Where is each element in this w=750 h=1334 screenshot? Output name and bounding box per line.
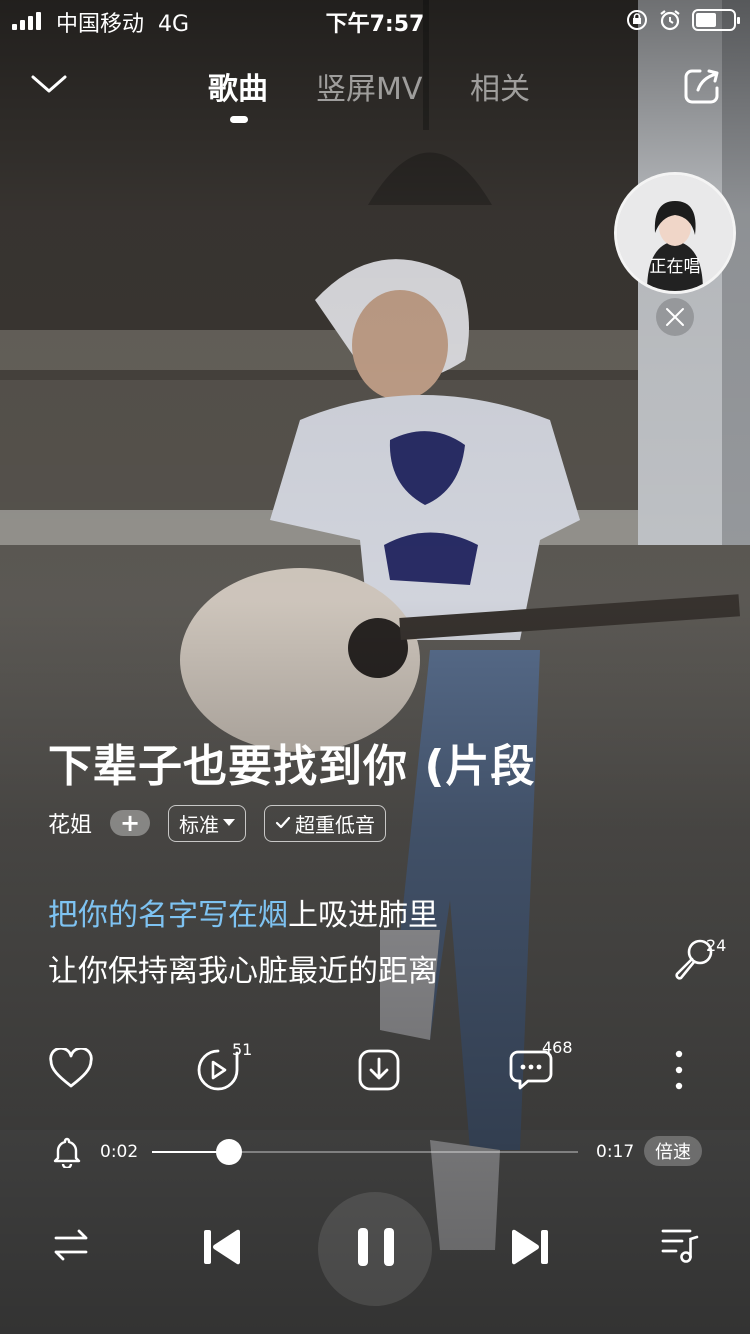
playlist-icon[interactable] bbox=[660, 1226, 700, 1264]
progress-track[interactable] bbox=[152, 1139, 578, 1165]
video-count: 51 bbox=[232, 1040, 253, 1059]
more-icon bbox=[675, 1050, 683, 1090]
heart-icon bbox=[49, 1046, 93, 1088]
download-icon bbox=[358, 1049, 400, 1091]
shuffle-icon[interactable] bbox=[52, 1228, 90, 1262]
tab-related[interactable]: 相关 bbox=[470, 64, 530, 108]
bell-icon[interactable] bbox=[52, 1136, 82, 1168]
artist-name[interactable]: 花姐 bbox=[48, 807, 92, 839]
previous-icon[interactable] bbox=[202, 1228, 242, 1266]
alarm-icon bbox=[660, 10, 680, 31]
lyric-current[interactable]: 把你的名字写在烟上吸进肺里 bbox=[48, 890, 438, 934]
progress-knob[interactable] bbox=[215, 1139, 242, 1165]
close-icon bbox=[666, 308, 684, 326]
sound-effect-button[interactable]: 超重低音 bbox=[264, 804, 387, 842]
sound-effect-label: 超重低音 bbox=[295, 812, 376, 837]
pause-icon[interactable] bbox=[356, 1226, 396, 1268]
tab-vertical-mv[interactable]: 竖屏MV bbox=[316, 64, 422, 108]
check-icon bbox=[275, 816, 291, 829]
lyric-next[interactable]: 让你保持离我心脏最近的距离 bbox=[48, 946, 438, 990]
video-button[interactable]: 51 bbox=[194, 1040, 252, 1094]
quality-selector[interactable]: 标准 bbox=[168, 804, 247, 842]
like-button[interactable] bbox=[48, 1046, 98, 1094]
comment-button[interactable]: 468 bbox=[508, 1038, 573, 1094]
active-tab-indicator bbox=[230, 116, 248, 123]
karaoke-count: 24 bbox=[706, 936, 727, 955]
dropdown-arrow-icon bbox=[223, 819, 236, 826]
song-meta-row: 花姐 + 标准 超重低音 bbox=[48, 804, 387, 842]
elapsed-time: 0:02 bbox=[100, 1142, 139, 1162]
share-icon[interactable] bbox=[682, 66, 722, 106]
quality-label: 标准 bbox=[179, 812, 220, 837]
status-bar: 中国移动 4G 下午7:57 bbox=[0, 0, 750, 40]
lyric-current-rest: 上吸进肺里 bbox=[288, 898, 438, 933]
tab-song[interactable]: 歌曲 bbox=[208, 64, 268, 108]
more-button[interactable] bbox=[664, 1048, 694, 1094]
rotation-lock-icon bbox=[627, 10, 647, 30]
next-icon[interactable] bbox=[510, 1228, 550, 1266]
playback-speed-button[interactable]: 倍速 bbox=[644, 1136, 702, 1166]
lyric-current-sung: 把你的名字写在烟 bbox=[48, 898, 288, 933]
song-title: 下辈子也要找到你 (片段 bbox=[48, 741, 536, 792]
follow-artist-button[interactable]: + bbox=[110, 809, 151, 837]
download-button[interactable] bbox=[357, 1048, 407, 1094]
status-icons bbox=[626, 8, 740, 32]
now-singing-bubble[interactable]: 正在唱 bbox=[614, 172, 736, 294]
battery-icon bbox=[692, 9, 740, 31]
close-bubble-button[interactable] bbox=[656, 298, 694, 336]
total-duration: 0:17 bbox=[596, 1142, 635, 1162]
plus-icon: + bbox=[119, 809, 141, 837]
progress-row: 0:02 0:17 倍速 bbox=[0, 1132, 750, 1172]
chevron-down-icon[interactable] bbox=[30, 72, 68, 96]
now-singing-label: 正在唱 bbox=[649, 257, 701, 277]
top-nav: 歌曲 竖屏MV 相关 bbox=[0, 64, 750, 124]
comment-count: 468 bbox=[542, 1038, 573, 1057]
karaoke-button[interactable]: 24 bbox=[672, 936, 732, 986]
